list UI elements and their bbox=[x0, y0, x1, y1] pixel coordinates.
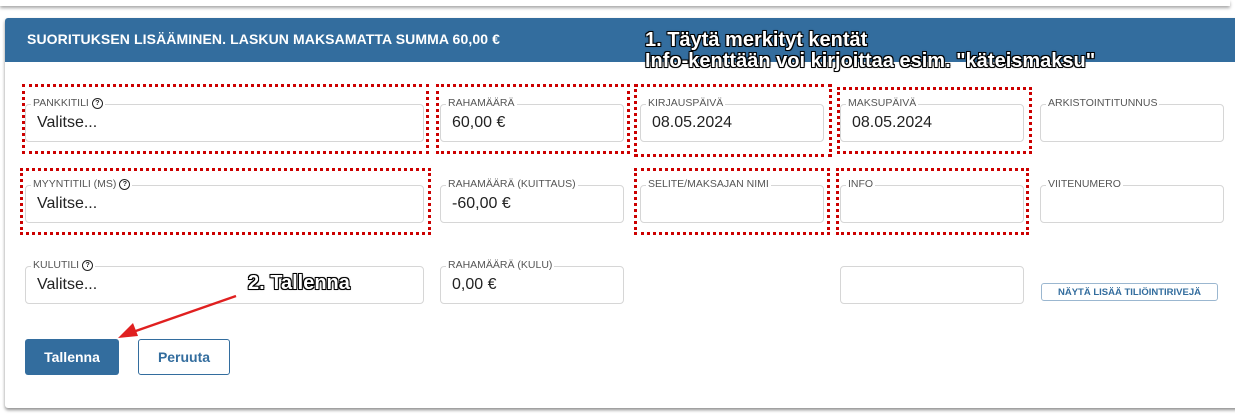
instruction-step-1-line-2: Info-kenttään voi kirjoittaa esim. "käte… bbox=[645, 50, 1096, 72]
instruction-step-1-line-1: 1. Täytä merkityt kentät bbox=[645, 29, 868, 51]
instruction-step-1: 1. Täytä merkityt kentät Info-kenttään v… bbox=[645, 30, 1095, 72]
instruction-step-2: 2. Tallenna bbox=[248, 272, 350, 294]
